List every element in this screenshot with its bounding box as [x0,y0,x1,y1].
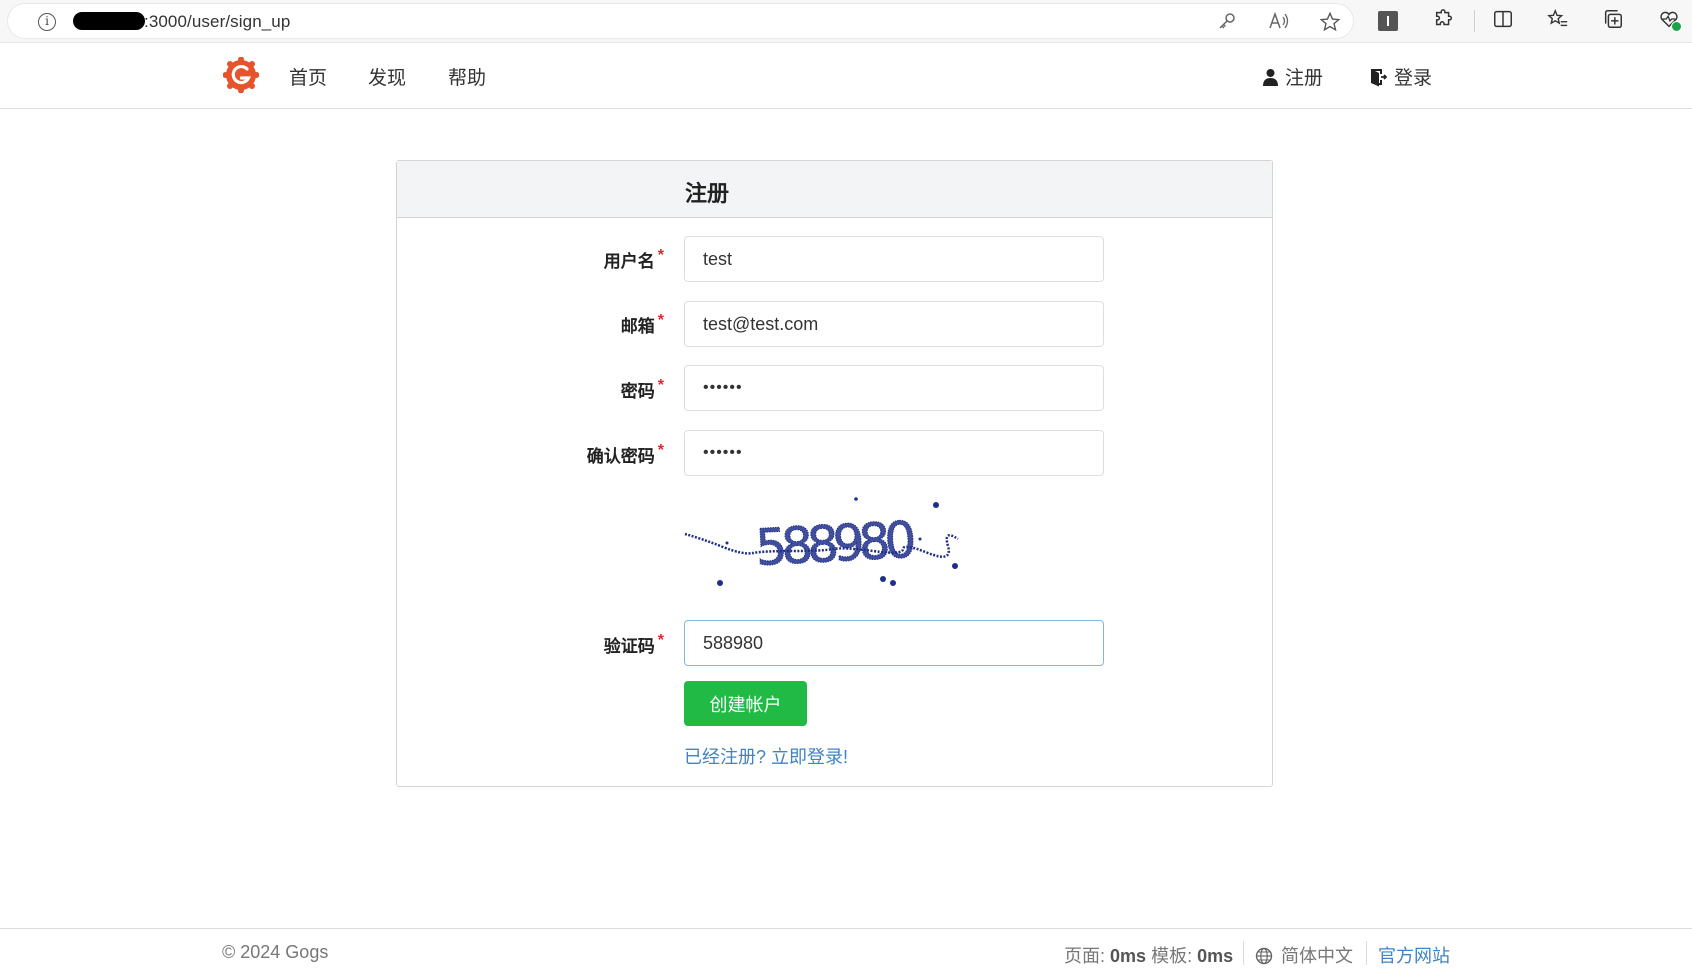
template-time-value: 0ms [1197,946,1234,966]
user-icon [1263,69,1278,86]
email-input[interactable] [684,301,1104,347]
footer: © 2024 Gogs 页面: 0ms 模板: 0ms 简体中文 官方网站 [0,928,1692,977]
globe-icon [1255,947,1273,965]
username-label: 用户名 * [544,247,664,272]
login-link[interactable]: 登录 [1370,63,1432,90]
health-status-badge [1671,21,1682,32]
password-label: 密码 * [544,377,664,402]
language-label: 简体中文 [1281,946,1353,966]
template-time-label: 模板: [1151,946,1193,966]
card-header: 注册 [397,161,1272,218]
footer-copyright: © 2024 Gogs [222,942,329,962]
sign-in-icon [1371,69,1388,87]
required-mark: * [657,377,664,394]
create-account-button[interactable]: 创建帐户 [684,681,807,726]
footer-divider [1243,941,1244,965]
key-icon[interactable] [1215,11,1239,33]
page-time-label: 页面: [1064,946,1106,966]
page-time-value: 0ms [1110,946,1147,966]
nav-help[interactable]: 帮助 [448,63,486,90]
official-site-link[interactable]: 官方网站 [1378,942,1450,968]
required-mark: * [657,247,664,264]
confirm-password-label: 确认密码 * [544,442,664,467]
captcha-image[interactable]: 588980 [683,491,983,591]
url-redaction [73,12,145,30]
username-label-text: 用户名 [603,252,655,271]
password-label-text: 密码 [620,382,655,401]
required-mark: * [657,632,664,649]
form-title: 注册 [685,181,730,206]
info-icon[interactable]: i [38,13,56,31]
register-label: 注册 [1285,68,1324,89]
split-screen-icon[interactable] [1490,8,1516,34]
toolbar-divider [1474,10,1475,32]
favorite-star-icon[interactable] [1318,11,1342,33]
confirm-password-input[interactable] [684,430,1104,476]
address-bar[interactable]: i :3000/user/sign_up [8,4,1353,38]
nav-home[interactable]: 首页 [289,63,327,90]
url-text[interactable]: :3000/user/sign_up [144,12,290,32]
language-selector[interactable]: 简体中文 [1255,942,1353,968]
email-label: 邮箱 * [544,312,664,337]
favorites-list-icon[interactable] [1545,8,1571,34]
email-label-text: 邮箱 [620,317,655,336]
required-mark: * [657,442,664,459]
read-aloud-icon[interactable] [1267,11,1291,33]
gogs-logo[interactable] [222,56,260,94]
extensions-puzzle-icon[interactable] [1431,8,1457,34]
register-link[interactable]: 注册 [1263,63,1323,90]
signin-link[interactable]: 已经注册? 立即登录! [684,743,848,769]
confirm-password-label-text: 确认密码 [586,447,655,466]
signup-card: 注册 用户名* 邮箱* 密码* 确认密码* 588980 [396,160,1273,787]
login-label: 登录 [1394,68,1433,89]
captcha-input[interactable] [684,620,1104,666]
extension-square-icon[interactable] [1378,11,1398,31]
render-time: 页面: 0ms 模板: 0ms [1064,942,1233,968]
site-header: 首页 发现 帮助 注册 登录 [0,43,1692,109]
password-input[interactable] [684,365,1104,411]
captcha-text: 588980 [754,511,915,577]
footer-divider [1366,941,1367,965]
username-input[interactable] [684,236,1104,282]
browser-toolbar: i :3000/user/sign_up [0,0,1692,43]
captcha-label-text: 验证码 [603,637,655,656]
required-mark: * [657,312,664,329]
captcha-label: 验证码 * [544,632,664,657]
collections-icon[interactable] [1600,8,1626,34]
nav-explore[interactable]: 发现 [368,63,406,90]
